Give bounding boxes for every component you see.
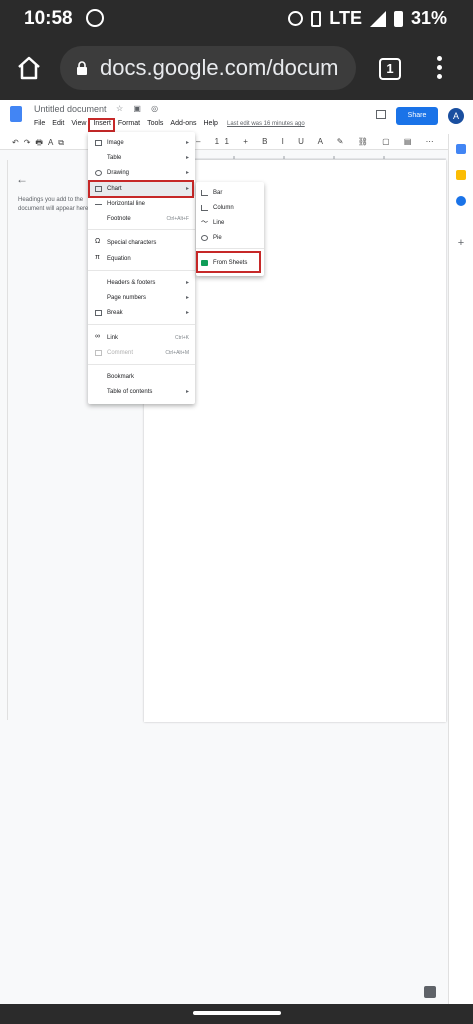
menu-item-break[interactable]: Break ▸: [88, 306, 195, 320]
drawing-icon: [95, 170, 102, 176]
tasks-icon[interactable]: [456, 196, 466, 206]
menu-format[interactable]: Format: [118, 120, 140, 127]
menu-item-bookmark[interactable]: Bookmark: [88, 370, 195, 384]
vertical-ruler: [0, 160, 8, 720]
explore-button[interactable]: [424, 986, 436, 998]
signal-icon: [369, 10, 386, 27]
menu-separator: [196, 248, 264, 249]
line-chart-icon: 〜: [201, 219, 208, 226]
toolbar-edit-icons[interactable]: ↶↷🖶A⧉: [12, 137, 69, 151]
menu-item-equation[interactable]: π Equation: [88, 252, 195, 266]
alarm-icon: [288, 11, 304, 26]
last-edit-link[interactable]: Last edit was 16 minutes ago: [227, 121, 305, 127]
outline-back-arrow-icon[interactable]: ←: [16, 172, 28, 186]
column-chart-icon: [201, 205, 208, 211]
comment-history-icon[interactable]: [376, 110, 386, 119]
menu-item-link[interactable]: ∞ Link Ctrl+K: [88, 331, 195, 345]
comment-icon: [95, 350, 102, 356]
menu-file[interactable]: File: [34, 120, 45, 127]
pi-icon: π: [95, 254, 100, 261]
insert-menu-highlight: [88, 118, 115, 132]
horizontal-line-icon: [95, 204, 102, 205]
keep-icon[interactable]: [456, 170, 466, 180]
formatting-toolbar: ↶↷🖶A⧉ – 11 + B I U A ✎ ⛓ ▢ ▤ ⋯ ✎: [0, 134, 455, 151]
outline-hint: Headings you add to the document will ap…: [18, 197, 91, 212]
menu-bar: File Edit View Insert Format Tools Add-o…: [34, 120, 218, 127]
menu-item-image[interactable]: Image ▸: [88, 136, 195, 150]
screen: 10:58 LTE 31% docs.google.com/docum 1 Un…: [0, 0, 473, 1024]
document-title[interactable]: Untitled document: [34, 104, 107, 114]
menu-separator: [88, 229, 195, 230]
calendar-icon[interactable]: [456, 144, 466, 154]
status-icons: LTE 31%: [288, 8, 447, 29]
home-gesture-handle[interactable]: [193, 1011, 281, 1015]
submenu-item-bar[interactable]: Bar: [196, 186, 264, 200]
status-time: 10:58: [24, 8, 73, 29]
home-icon[interactable]: [16, 56, 42, 80]
url-bar[interactable]: docs.google.com/docum: [60, 46, 356, 90]
submenu-item-pie[interactable]: Pie: [196, 231, 264, 245]
omega-icon: Ω: [95, 238, 101, 245]
pie-chart-icon: [201, 235, 208, 241]
chart-item-highlight: [88, 180, 194, 198]
menu-item-headers-footers[interactable]: Headers & footers ▸: [88, 276, 195, 290]
url-text: docs.google.com/docum: [100, 55, 339, 80]
menu-separator: [88, 324, 195, 325]
image-icon: [95, 140, 102, 146]
docs-header: Untitled document ☆ ▣ ◎ File Edit View I…: [0, 100, 473, 134]
toolbar-format-icons[interactable]: – 11 + B I U A ✎ ⛓ ▢ ▤ ⋯ ✎: [196, 137, 461, 146]
menu-item-comment[interactable]: Comment Ctrl+Alt+M: [88, 346, 195, 360]
add-addon-icon[interactable]: +: [456, 238, 466, 249]
title-action-icons[interactable]: ☆ ▣ ◎: [116, 104, 162, 113]
menu-addons[interactable]: Add-ons: [170, 120, 196, 127]
vibrate-icon: [311, 10, 322, 27]
menu-item-horizontal-line[interactable]: Horizontal line: [88, 197, 195, 211]
menu-tools[interactable]: Tools: [147, 120, 163, 127]
menu-separator: [88, 364, 195, 365]
menu-view[interactable]: View: [71, 120, 86, 127]
docs-logo-icon[interactable]: [10, 106, 22, 122]
break-icon: [95, 310, 102, 316]
submenu-item-line[interactable]: 〜 Line: [196, 216, 264, 230]
tab-switcher-button[interactable]: 1: [379, 58, 401, 80]
avatar[interactable]: A: [448, 108, 464, 124]
share-button[interactable]: Share: [396, 107, 438, 125]
link-icon: ∞: [95, 333, 100, 340]
menu-item-page-numbers[interactable]: Page numbers ▸: [88, 291, 195, 305]
menu-separator: [88, 270, 195, 271]
battery-level: 31%: [410, 8, 447, 28]
overflow-menu-icon[interactable]: [436, 56, 442, 82]
battery-icon: [393, 10, 403, 27]
lock-icon: [77, 61, 87, 75]
browser-toolbar: docs.google.com/docum 1: [0, 38, 473, 100]
navigation-bar: [0, 1004, 473, 1024]
menu-item-drawing[interactable]: Drawing ▸: [88, 166, 195, 180]
side-panel: +: [448, 134, 473, 1004]
bar-chart-icon: [201, 190, 208, 196]
menu-help[interactable]: Help: [204, 120, 218, 127]
whatsapp-icon: [86, 9, 104, 27]
menu-edit[interactable]: Edit: [52, 120, 64, 127]
menu-item-table[interactable]: Table ▸: [88, 151, 195, 165]
network-type: LTE: [329, 8, 362, 28]
insert-menu: Image ▸ Table ▸ Drawing ▸ Chart ▸ Horizontal…: [88, 132, 195, 404]
menu-item-special-characters[interactable]: Ω Special characters: [88, 236, 195, 250]
from-sheets-highlight: [196, 251, 261, 273]
menu-item-table-of-contents[interactable]: Table of contents ▸: [88, 385, 195, 399]
submenu-item-column[interactable]: Column: [196, 201, 264, 215]
status-bar: 10:58 LTE 31%: [0, 0, 473, 38]
menu-item-footnote[interactable]: Footnote Ctrl+Alt+F: [88, 212, 195, 226]
